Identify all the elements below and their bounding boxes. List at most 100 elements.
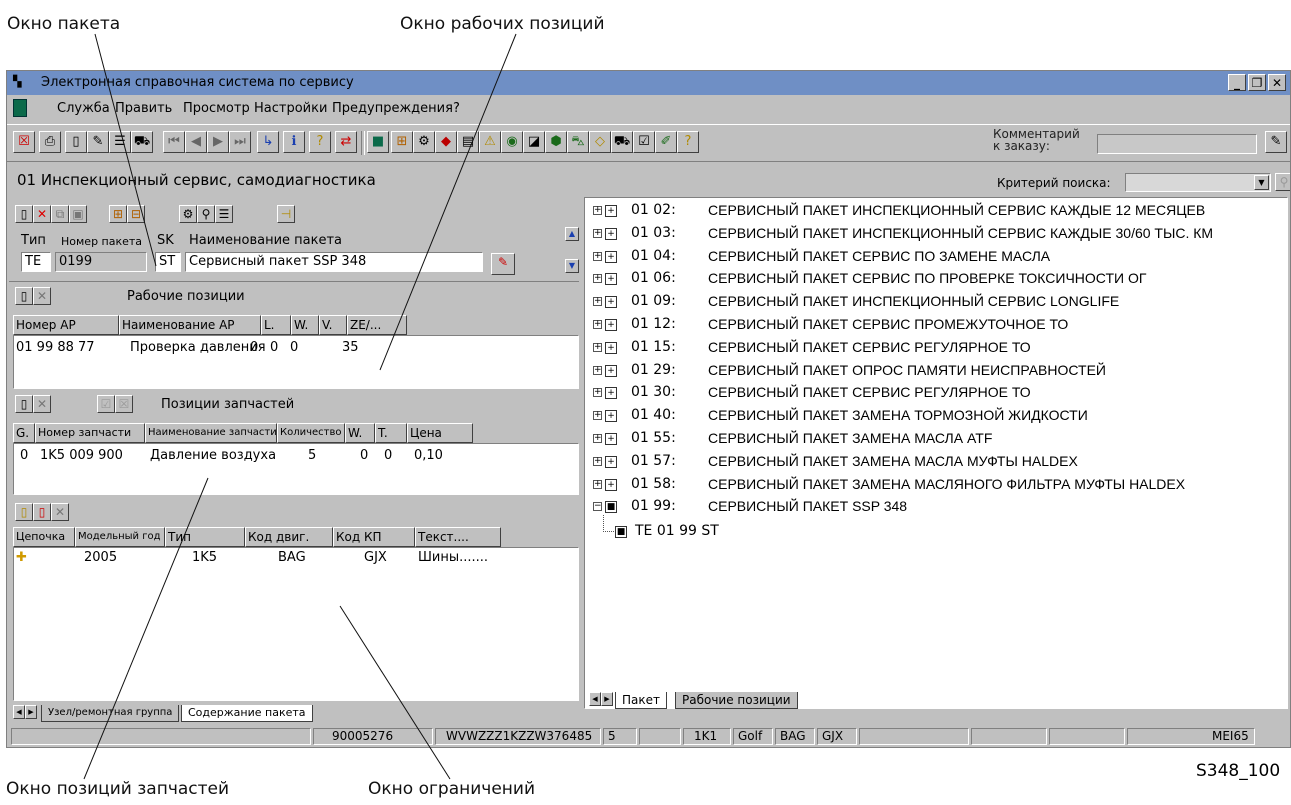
col-ap-name[interactable]: Наименование АР [119, 315, 261, 335]
menu-service[interactable]: Служба [57, 101, 110, 116]
new-doc-icon[interactable]: ▯ [65, 131, 87, 153]
car-icon[interactable]: ⛍ [567, 131, 589, 153]
settings-icon[interactable]: ⚙ [179, 205, 197, 223]
col-v[interactable]: V. [319, 315, 347, 335]
add-group-icon[interactable]: ⊞ [109, 205, 127, 223]
info-icon[interactable]: ℹ [283, 131, 305, 153]
doc-help-icon[interactable]: ? [677, 131, 699, 153]
globe-icon[interactable]: ◉ [501, 131, 523, 153]
scroll-up-icon[interactable]: ▲ [565, 227, 579, 241]
col-w[interactable]: W. [291, 315, 319, 335]
copy-package-icon[interactable]: ⧉ [51, 205, 69, 223]
col-l[interactable]: L. [261, 315, 291, 335]
prev-record-icon[interactable]: ◀ [185, 131, 207, 153]
col-part-name[interactable]: Наименование запчасти [145, 423, 277, 443]
delete-work-position-icon[interactable]: ✕ [33, 287, 51, 305]
search-go-icon[interactable]: ⚲ [1275, 173, 1290, 191]
book-icon[interactable]: ◆ [435, 131, 457, 153]
table-row-text[interactable]: Шины....... [418, 550, 488, 565]
table-row-ap-name[interactable]: Проверка давления [130, 340, 266, 355]
layout-icon[interactable]: ☰ [215, 205, 233, 223]
chevron-down-icon[interactable]: ▼ [1254, 175, 1269, 190]
package-number-field[interactable]: 0199 [55, 252, 147, 272]
col-gearbox-code[interactable]: Код КП [333, 527, 415, 547]
package-name-field[interactable]: Сервисный пакет SSP 348 [185, 252, 483, 272]
expand-icon[interactable]: + [593, 320, 602, 329]
col-text[interactable]: Текст.... [415, 527, 501, 547]
table-row-ap-number[interactable]: 01 99 88 77 [16, 340, 95, 355]
col-part-number[interactable]: Номер запчасти [35, 423, 145, 443]
tag-icon[interactable]: ⬢ [545, 131, 567, 153]
expand-chain-icon[interactable]: ✚ [16, 550, 27, 565]
col-ze[interactable]: ZE/... [347, 315, 407, 335]
tab-scroll-right-icon[interactable]: ▶ [25, 705, 37, 719]
tag-edit-icon[interactable]: ✐ [655, 131, 677, 153]
tab-work-positions[interactable]: Рабочие позиции [675, 692, 798, 709]
remove-group-icon[interactable]: ⊟ [127, 205, 145, 223]
expand-icon[interactable]: + [593, 342, 602, 352]
col-chain[interactable]: Цепочка [13, 527, 75, 547]
part-uncheck-icon[interactable]: ☒ [115, 395, 133, 413]
expand-icon[interactable]: + [593, 479, 602, 489]
swap-icon[interactable]: ⇄ [335, 131, 357, 153]
col-t[interactable]: T. [375, 423, 407, 443]
expand-icon[interactable]: + [593, 388, 602, 398]
new-package-icon[interactable]: ▯ [15, 205, 33, 223]
warning-icon[interactable]: ⚠ [479, 131, 501, 153]
expand-icon[interactable]: + [593, 206, 602, 215]
scroll-down-icon[interactable]: ▼ [565, 259, 579, 273]
search-criteria-select[interactable]: ▼ [1125, 173, 1271, 192]
collapse-icon[interactable]: − [593, 502, 602, 512]
delete-part-icon[interactable]: ✕ [33, 395, 51, 413]
col-g[interactable]: G. [13, 423, 35, 443]
new-page-icon[interactable]: ☰ [109, 131, 131, 153]
part-check-icon[interactable]: ☑ [97, 395, 115, 413]
table-row-part-number[interactable]: 1K5 009 900 [40, 448, 123, 463]
vehicle-icon[interactable]: ⛟ [131, 131, 153, 153]
car-warning-icon[interactable]: ⛟ [611, 131, 633, 153]
menu-view[interactable]: Просмотр [183, 101, 250, 116]
jump-icon[interactable]: ↳ [257, 131, 279, 153]
last-record-icon[interactable]: ⏭ [229, 131, 251, 153]
expand-icon[interactable]: + [593, 411, 602, 421]
tab-package-content[interactable]: Содержание пакета [181, 705, 313, 722]
delete-package-icon[interactable]: ✕ [33, 205, 51, 223]
col-engine-code[interactable]: Код двиг. [245, 527, 333, 547]
minimize-button[interactable]: _ [1228, 74, 1246, 91]
add-restriction-icon[interactable]: ▯ [15, 503, 33, 521]
col-ap-number[interactable]: Номер АР [13, 315, 119, 335]
save-package-icon[interactable]: ▣ [69, 205, 87, 223]
expand-icon[interactable]: + [593, 228, 602, 238]
next-record-icon[interactable]: ▶ [207, 131, 229, 153]
col-parts-w[interactable]: W. [345, 423, 375, 443]
help-icon[interactable]: ? [309, 131, 331, 153]
new-part-icon[interactable]: ▯ [15, 395, 33, 413]
key-icon[interactable]: ◇ [589, 131, 611, 153]
remove-restriction-icon[interactable]: ▯ [33, 503, 51, 521]
edit-doc-icon[interactable]: ✎ [87, 131, 109, 153]
menu-edit[interactable]: Править [115, 101, 172, 116]
form-icon[interactable]: ◪ [523, 131, 545, 153]
first-record-icon[interactable]: ⏮ [163, 131, 185, 153]
comment-edit-icon[interactable]: ✎ [1265, 131, 1287, 153]
package-icon[interactable]: ■ [367, 131, 389, 153]
tab-scroll-left-icon[interactable]: ◀ [13, 705, 25, 719]
right-tab-scroll-right-icon[interactable]: ▶ [601, 692, 613, 706]
menu-warnings[interactable]: Предупреждения [332, 101, 453, 116]
expand-icon[interactable]: + [593, 365, 602, 375]
list-icon[interactable]: ▤ [457, 131, 479, 153]
close-button[interactable]: ✕ [1268, 74, 1286, 91]
right-tab-scroll-left-icon[interactable]: ◀ [589, 692, 601, 706]
edit-package-icon[interactable]: ✎ [491, 253, 515, 275]
comment-field[interactable] [1097, 134, 1257, 154]
expand-icon[interactable]: + [593, 251, 602, 261]
col-model-year[interactable]: Модельный год [75, 527, 165, 547]
col-price[interactable]: Цена [407, 423, 473, 443]
tab-repair-group[interactable]: Узел/ремонтная группа [41, 705, 180, 722]
pin-icon[interactable]: ⊣ [277, 205, 295, 223]
exit-icon[interactable]: ☒ [13, 131, 35, 153]
grid-icon[interactable]: ⊞ [391, 131, 413, 153]
filter-icon[interactable]: ⚲ [197, 205, 215, 223]
tab-package[interactable]: Пакет [615, 692, 667, 709]
col-quantity[interactable]: Количество [277, 423, 345, 443]
